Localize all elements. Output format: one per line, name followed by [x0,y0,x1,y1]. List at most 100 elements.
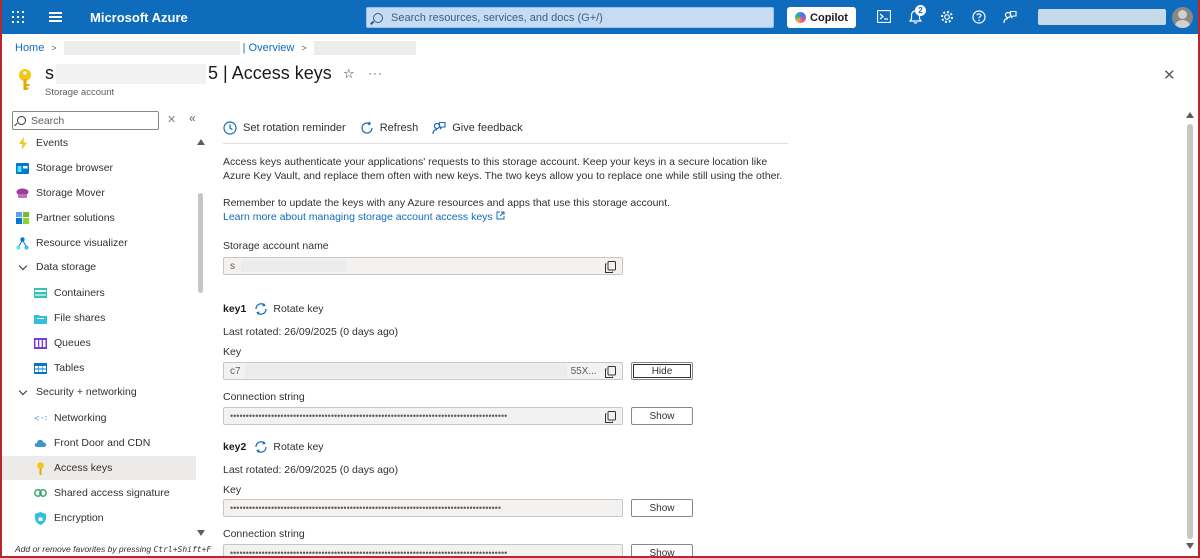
sidebar-item-storage-mover[interactable]: Storage Mover [0,181,196,205]
sidebar-item-resource-visualizer[interactable]: Resource visualizer [0,231,196,255]
clear-search-icon[interactable]: ✕ [167,113,176,126]
sidebar-item-label: Storage browser [36,162,114,174]
breadcrumb-separator-icon: > [301,43,307,53]
key1-rotate-button[interactable]: Rotate key [254,302,324,316]
key2-last-rotated: Last rotated: 26/09/2025 (0 days ago) [223,464,399,476]
sidebar-scroll-down-icon[interactable] [197,530,205,536]
settings-icon[interactable] [940,10,954,24]
sidebar-item-queues[interactable]: Queues [0,331,196,355]
copy-icon[interactable] [605,411,616,424]
avatar[interactable] [1172,7,1193,28]
front-door-icon [34,437,47,450]
sidebar-group-data-storage[interactable]: Data storage [0,255,196,279]
page-scroll-down-icon[interactable] [1186,543,1194,549]
key2-rotate-button[interactable]: Rotate key [254,440,324,454]
sidebar-item-tables[interactable]: Tables [0,356,196,380]
sidebar-item-storage-browser[interactable]: Storage browser [0,156,196,180]
portal-brand[interactable]: Microsoft Azure [90,10,188,25]
sidebar-item-access-keys[interactable]: Access keys [0,456,196,480]
feedback-icon [432,121,446,135]
favorites-hint-shortcut: Ctrl+Shift+F [153,545,212,554]
key-icon [34,461,47,475]
menu-icon[interactable] [49,12,62,22]
set-rotation-reminder-button[interactable]: Set rotation reminder [223,121,346,135]
page-scroll-up-icon[interactable] [1186,112,1194,118]
key2-title: key2 [223,441,247,453]
sidebar-item-partner-solutions[interactable]: Partner solutions [0,206,196,230]
key1-key-field[interactable]: c7 55X... [223,362,623,380]
learn-more-link-text[interactable]: Learn more about managing storage accoun… [223,211,493,223]
sidebar-search-input[interactable]: Search [12,111,159,130]
sidebar-item-label: Front Door and CDN [54,437,151,449]
key1-connection-string-label: Connection string [223,391,305,403]
sidebar-item-front-door-cdn[interactable]: Front Door and CDN [0,431,196,455]
set-rotation-reminder-label: Set rotation reminder [243,122,346,134]
key1-rotate-label: Rotate key [273,303,324,315]
more-options-icon[interactable]: ··· [368,66,383,80]
waffle-icon[interactable] [12,11,24,23]
global-search-input[interactable]: Search resources, services, and docs (G+… [366,7,774,28]
copy-icon[interactable] [605,366,616,379]
partner-icon [16,212,29,225]
sidebar-item-label: Partner solutions [36,212,115,224]
sidebar-item-label: Resource visualizer [36,237,128,249]
sidebar-item-events[interactable]: Events [0,133,196,155]
key1-hide-button[interactable]: Hide [631,362,693,380]
page-scrollbar[interactable] [1187,124,1193,539]
give-feedback-label: Give feedback [452,122,523,134]
search-icon [17,116,26,125]
feedback-icon[interactable] [1003,10,1017,24]
queues-icon [34,337,47,350]
key2-connection-string-field[interactable]: ••••••••••••••••••••••••••••••••••••••••… [223,544,623,558]
copilot-button[interactable]: Copilot [787,7,856,28]
command-bar: Set rotation reminder Refresh Give feedb… [223,116,537,140]
file-shares-icon [34,312,47,325]
storage-account-name-field[interactable]: s [223,257,623,275]
sidebar-scrollbar[interactable] [198,193,203,293]
favorite-star-icon[interactable]: ☆ [343,66,355,82]
key1-show-connection-string-button[interactable]: Show [631,407,693,425]
networking-icon: <·> [34,412,47,425]
key-icon [16,68,34,92]
breadcrumb-separator-icon: > [51,43,57,53]
collapse-sidebar-icon[interactable]: « [189,111,196,125]
sas-icon [34,487,47,500]
refresh-button[interactable]: Refresh [360,121,418,135]
breadcrumb-home[interactable]: Home [15,42,44,54]
give-feedback-button[interactable]: Give feedback [432,121,523,135]
breadcrumb-account-redacted[interactable] [313,41,416,55]
breadcrumb-resource-redacted[interactable] [63,41,240,55]
sidebar-group-security-networking[interactable]: Security + networking [0,380,196,404]
key1-connection-string-field[interactable]: ••••••••••••••••••••••••••••••••••••••••… [223,407,623,425]
account-name-redacted[interactable] [1038,9,1166,25]
search-icon [373,12,383,23]
cloud-shell-icon[interactable] [876,9,892,24]
key2-show-key-button[interactable]: Show [631,499,693,517]
copy-icon[interactable] [605,261,616,274]
help-icon[interactable] [972,10,986,24]
sidebar-item-label: Queues [54,337,91,349]
close-icon[interactable]: ✕ [1163,66,1176,84]
storage-account-name-value: s [230,260,235,272]
rotate-icon [255,303,267,315]
sidebar-scroll-up-icon[interactable] [197,139,205,145]
learn-more-link[interactable]: Learn more about managing storage accoun… [223,210,793,224]
sidebar-item-shared-access-signature[interactable]: Shared access signature [0,481,196,505]
key2-key-field[interactable]: ••••••••••••••••••••••••••••••••••••••••… [223,499,623,517]
key1-key-prefix: c7 [230,365,241,377]
notification-badge: 2 [915,5,926,16]
sidebar-item-label: Data storage [36,261,97,273]
key2-connection-string-label: Connection string [223,528,305,540]
global-search-placeholder: Search resources, services, and docs (G+… [391,11,603,24]
key2-show-connection-string-button[interactable]: Show [631,544,693,558]
breadcrumb-overview[interactable]: | Overview [243,42,295,54]
key2-key-label: Key [223,484,242,496]
copilot-label: Copilot [810,11,848,24]
sidebar-item-networking[interactable]: <·> Networking [0,406,196,430]
key2-header: key2 Rotate key [223,440,324,454]
sidebar-item-encryption[interactable]: Encryption [0,506,196,530]
sidebar-item-containers[interactable]: Containers [0,281,196,305]
storage-mover-icon [16,187,29,200]
sidebar-item-file-shares[interactable]: File shares [0,306,196,330]
chevron-down-icon [18,261,28,270]
